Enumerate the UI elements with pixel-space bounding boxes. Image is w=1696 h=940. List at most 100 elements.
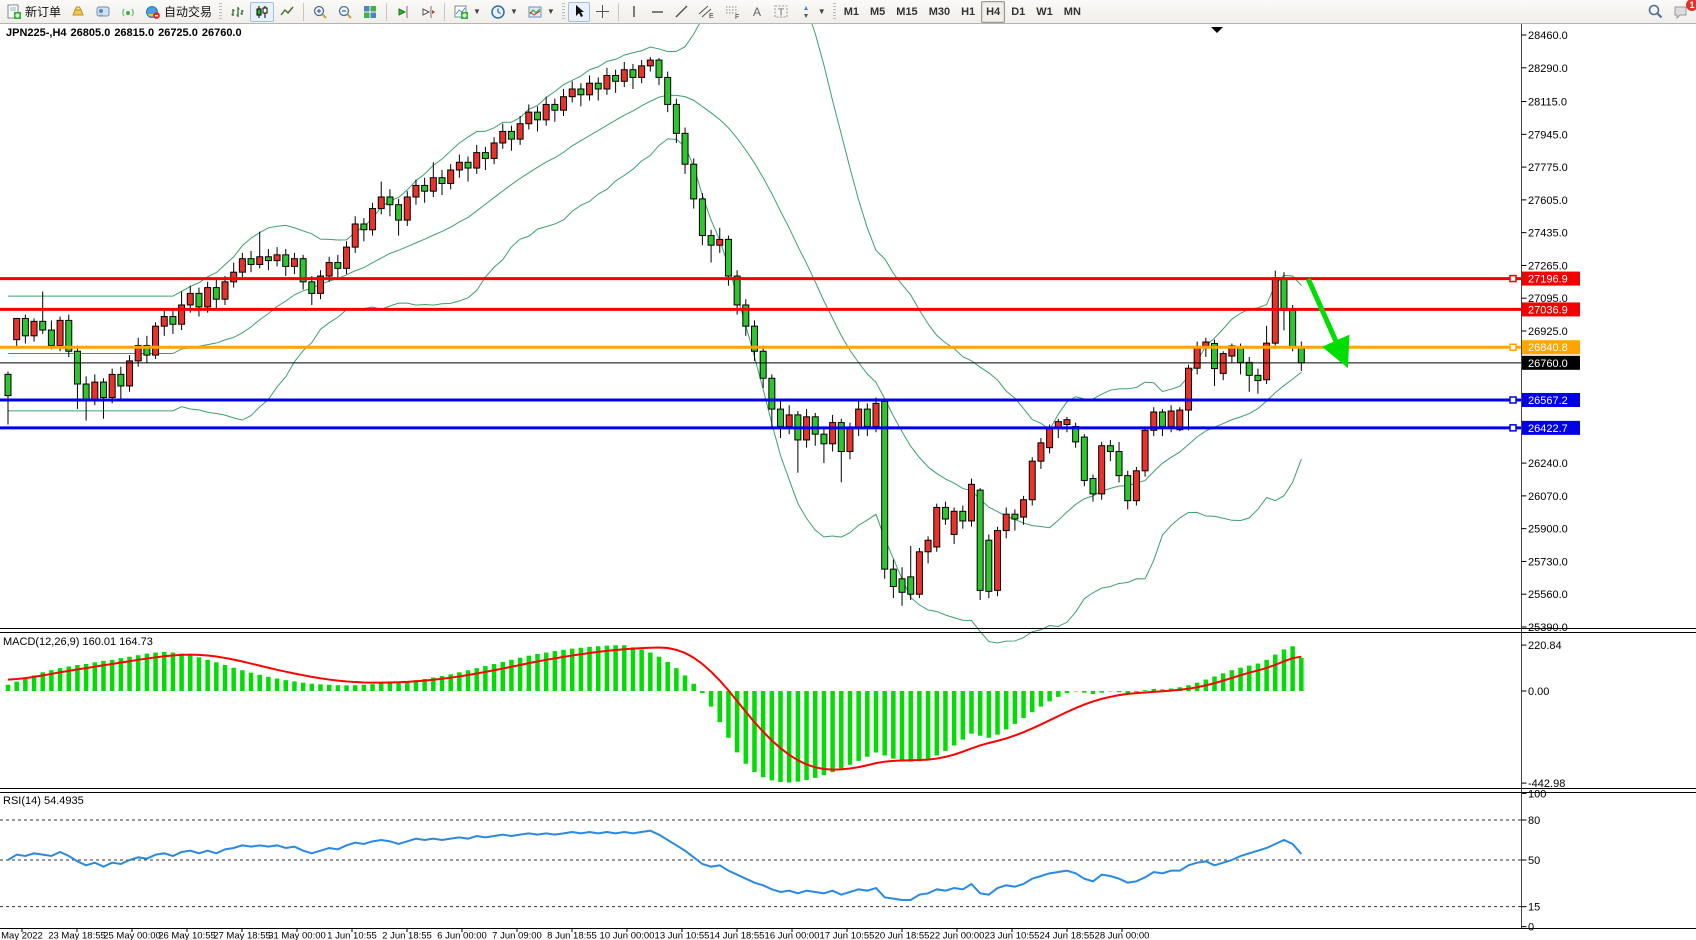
toolbar-separator xyxy=(444,3,445,21)
shapes-button[interactable]: ▼ xyxy=(794,2,830,22)
macd-indicator-label: MACD(12,26,9) 160.01 164.73 xyxy=(3,636,153,648)
arrows-icon xyxy=(798,4,814,20)
chart-shift-button[interactable] xyxy=(416,2,440,22)
timeframe-m15-button[interactable]: M15 xyxy=(891,1,922,23)
auto-scroll-icon xyxy=(395,4,411,20)
chevron-down-icon: ▼ xyxy=(547,7,555,16)
timeframe-label: MN xyxy=(1060,6,1085,18)
autotrading-button[interactable]: 自动交易 xyxy=(141,2,216,22)
line-chart-button[interactable] xyxy=(275,2,299,22)
toolbar-separator xyxy=(303,3,304,21)
tile-windows-button[interactable] xyxy=(358,2,382,22)
symbol-period: JPN225-,H4 xyxy=(6,27,67,39)
text-label-button[interactable]: T xyxy=(769,2,793,22)
timeframe-label: W1 xyxy=(1032,6,1057,18)
timeframe-h4-button[interactable]: H4 xyxy=(981,1,1005,23)
candlestick-chart-button[interactable] xyxy=(250,2,274,22)
vertical-line-button[interactable] xyxy=(623,2,645,22)
chart-shift-icon xyxy=(420,4,436,20)
search-icon xyxy=(1647,3,1664,20)
gold-icon xyxy=(70,4,86,20)
fibonacci-icon: F xyxy=(724,4,741,20)
timeframe-label: M5 xyxy=(866,6,889,18)
equidistant-channel-button[interactable]: E xyxy=(694,2,719,22)
indicators-button[interactable]: ▼ xyxy=(449,2,485,22)
price-scale[interactable] xyxy=(1522,24,1696,929)
timeframe-label: H1 xyxy=(957,6,979,18)
periods-button[interactable]: ▼ xyxy=(486,2,522,22)
zoom-in-icon xyxy=(312,4,328,20)
quote-high: 26815.0 xyxy=(114,27,154,39)
template-icon xyxy=(527,4,543,20)
crosshair-button[interactable] xyxy=(591,2,614,22)
quote-open: 26805.0 xyxy=(71,27,111,39)
candlestick-chart-icon xyxy=(254,4,270,20)
mt-terminal-window: 新订单 自动交易 xyxy=(0,0,1696,940)
zoom-out-button[interactable] xyxy=(333,2,357,22)
timeframe-label: M15 xyxy=(892,6,921,18)
notifications-button[interactable]: 1 xyxy=(1669,2,1694,22)
auto-scroll-button[interactable] xyxy=(391,2,415,22)
timeframe-mn-button[interactable]: MN xyxy=(1059,1,1086,23)
chevron-down-icon: ▼ xyxy=(473,7,481,16)
text-button[interactable]: A xyxy=(746,2,768,22)
new-order-label: 新订单 xyxy=(25,3,61,20)
community-icon xyxy=(95,4,111,20)
notification-badge: 1 xyxy=(1686,0,1696,11)
cursor-button[interactable] xyxy=(568,2,590,22)
bar-chart-icon xyxy=(229,4,245,20)
svg-text:A: A xyxy=(753,5,761,19)
fibonacci-button[interactable]: F xyxy=(720,2,745,22)
timeframe-m5-button[interactable]: M5 xyxy=(865,1,890,23)
line-chart-icon xyxy=(279,4,295,20)
quote-close: 26760.0 xyxy=(202,27,242,39)
search-button[interactable] xyxy=(1643,2,1668,22)
timeframe-label: D1 xyxy=(1007,6,1029,18)
autotrading-label: 自动交易 xyxy=(164,3,212,20)
templates-button[interactable]: ▼ xyxy=(523,2,559,22)
quote-low: 26725.0 xyxy=(158,27,198,39)
community-button[interactable] xyxy=(91,2,115,22)
chevron-down-icon: ▼ xyxy=(818,7,826,16)
timeframe-label: M1 xyxy=(840,6,863,18)
horizontal-line-button[interactable] xyxy=(646,2,669,22)
toolbar-separator xyxy=(618,3,619,21)
chevron-down-icon: ▼ xyxy=(510,7,518,16)
timeframe-m1-button[interactable]: M1 xyxy=(839,1,864,23)
timeframe-m30-button[interactable]: M30 xyxy=(924,1,955,23)
indicators-icon xyxy=(453,4,469,20)
zoom-in-button[interactable] xyxy=(308,2,332,22)
timeframe-label: H4 xyxy=(982,6,1004,18)
new-order-button[interactable]: 新订单 xyxy=(2,2,65,22)
autotrading-icon xyxy=(145,4,161,20)
horizontal-line-icon xyxy=(650,5,665,19)
timeframe-h1-button[interactable]: H1 xyxy=(956,1,980,23)
bar-chart-button[interactable] xyxy=(225,2,249,22)
toolbar-grip xyxy=(833,3,836,21)
text-a-icon: A xyxy=(750,4,764,19)
timeframe-d1-button[interactable]: D1 xyxy=(1006,1,1030,23)
cursor-icon xyxy=(572,4,586,19)
trendline-button[interactable] xyxy=(670,2,693,22)
clock-icon xyxy=(490,4,506,20)
timeframe-w1-button[interactable]: W1 xyxy=(1031,1,1058,23)
signal-icon xyxy=(120,4,136,20)
new-order-icon xyxy=(6,4,22,20)
toolbar-grip xyxy=(219,3,222,21)
channel-icon: E xyxy=(698,4,715,20)
signal-button[interactable] xyxy=(116,2,140,22)
vertical-line-icon xyxy=(627,4,641,19)
zoom-out-icon xyxy=(337,4,353,20)
rsi-indicator-label: RSI(14) 54.4935 xyxy=(3,795,84,807)
chart-quote-header: JPN225-,H4 26805.026815.0 26725.0 26760.0 xyxy=(6,27,246,39)
market-watch-button[interactable] xyxy=(66,2,90,22)
time-scale[interactable] xyxy=(0,929,1522,940)
toolbar-grip xyxy=(562,3,565,21)
svg-text:E: E xyxy=(709,13,714,20)
trendline-icon xyxy=(674,4,689,19)
price-chart-canvas[interactable]: 28460.028290.028115.027945.027775.027605… xyxy=(0,0,1696,940)
tile-windows-icon xyxy=(362,4,378,20)
text-label-icon: T xyxy=(773,4,789,19)
crosshair-icon xyxy=(595,4,610,19)
svg-text:F: F xyxy=(735,14,739,20)
